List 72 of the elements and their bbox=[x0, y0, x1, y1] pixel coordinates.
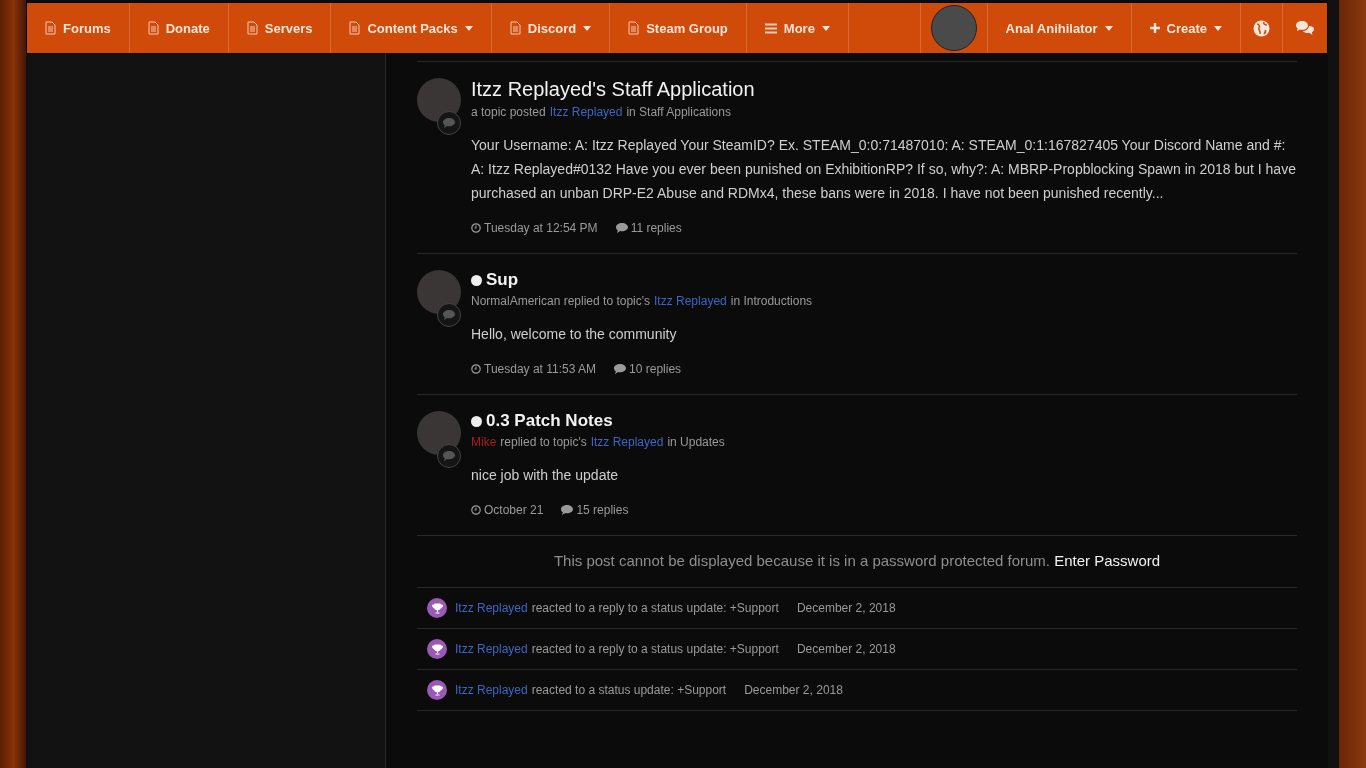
clock-icon bbox=[471, 364, 481, 374]
plus-icon bbox=[1149, 23, 1160, 33]
user-link[interactable]: Itzz Replayed bbox=[455, 642, 528, 656]
create-menu[interactable]: Create bbox=[1131, 3, 1241, 53]
reply-count: 10 replies bbox=[629, 362, 682, 376]
meta-text: replied to topic's bbox=[500, 435, 587, 449]
menu-icon bbox=[764, 22, 777, 34]
reaction-text: reacted to a status update: +Support bbox=[531, 683, 727, 697]
nav-link[interactable]: Servers bbox=[228, 3, 332, 53]
page-icon bbox=[349, 21, 361, 35]
user-link[interactable]: Itzz Replayed bbox=[455, 601, 528, 615]
page-icon bbox=[246, 21, 258, 35]
user-link[interactable]: Itzz Replayed bbox=[455, 683, 528, 697]
nav-link[interactable]: Steam Group bbox=[610, 3, 747, 53]
trophy-icon bbox=[427, 639, 447, 659]
reaction-date: December 2, 2018 bbox=[744, 683, 843, 697]
caret-icon bbox=[1104, 25, 1113, 31]
reaction-text: reacted to a reply to a status update: +Support bbox=[531, 642, 779, 656]
comment-icon bbox=[615, 223, 628, 233]
reaction-date: December 2, 2018 bbox=[796, 642, 896, 656]
trophy-icon bbox=[427, 598, 447, 618]
reply-count: 11 replies bbox=[630, 221, 682, 235]
clock-icon bbox=[471, 505, 481, 515]
user-link[interactable]: Itzz Replayed bbox=[590, 435, 664, 449]
meta-text: in Introductions bbox=[730, 294, 813, 308]
nav-link[interactable]: Content Packs bbox=[331, 3, 492, 53]
caret-icon bbox=[1214, 25, 1222, 31]
meta-text: NormalAmerican replied to topic's bbox=[471, 294, 651, 308]
reply-count: 15 replies bbox=[576, 503, 629, 517]
user-link[interactable]: Itzz Replayed bbox=[549, 105, 623, 119]
comment-icon bbox=[614, 364, 627, 374]
post-time: October 21 bbox=[484, 503, 544, 517]
protected-notice: This post cannot be displayed because it is in a password protected forum. Enter Password bbox=[417, 535, 1297, 587]
post-time: Tuesday at 12:54 PM bbox=[484, 221, 598, 235]
user-link[interactable]: Mike bbox=[471, 435, 497, 449]
activity-title[interactable]: Sup bbox=[471, 270, 1297, 290]
page-icon bbox=[45, 21, 56, 35]
activity-title[interactable]: Itzz Replayed's Staff Application bbox=[471, 78, 1297, 101]
avatar bbox=[417, 270, 461, 314]
globe-icon bbox=[1253, 19, 1270, 37]
meta-text: in Updates bbox=[667, 435, 725, 449]
page-icon bbox=[628, 21, 640, 35]
nav-link[interactable]: Forums bbox=[27, 3, 130, 53]
comment-icon bbox=[443, 310, 455, 320]
post-time: Tuesday at 11:53 AM bbox=[484, 362, 597, 376]
meta-text: a topic posted bbox=[471, 105, 546, 119]
comment-icon bbox=[443, 118, 455, 128]
meta-text: in Staff Applications bbox=[626, 105, 731, 119]
unread-dot bbox=[471, 415, 482, 427]
comment-icon bbox=[561, 505, 574, 515]
trophy-icon bbox=[427, 680, 447, 700]
avatar bbox=[417, 411, 461, 455]
unread-dot bbox=[471, 274, 482, 286]
chat-bubbles-icon bbox=[1295, 19, 1315, 37]
user-avatar bbox=[930, 5, 977, 51]
activity-title[interactable]: 0.3 Patch Notes bbox=[471, 411, 1297, 431]
post-excerpt: Your Username: A: Itzz Replayed Your SteamID? Ex. STEAM_0:0:71487010: A: STEAM_0:1:167827405 Your Discord Name and #: A: Itzz Replayed#0132 Have you ever been punished on ExhibitionRP? If so, why?: A: MBRP-Propblocking Spawn in 2018 but I have purchased an unban DRP-E2 Abuse and RDMx4, these bans were in 2018. I have not been punished recently... bbox=[471, 136, 1297, 203]
nav-link[interactable]: Discord bbox=[491, 3, 611, 53]
post-excerpt: nice job with the update bbox=[471, 466, 620, 485]
enter-password-link[interactable]: Enter Password bbox=[1054, 552, 1161, 569]
reaction-text: reacted to a reply to a status update: +Support bbox=[531, 601, 779, 615]
comment-icon bbox=[443, 451, 455, 461]
page-icon bbox=[147, 21, 159, 35]
post-excerpt: Hello, welcome to the community bbox=[471, 325, 678, 344]
nav-link[interactable]: Donate bbox=[129, 3, 229, 53]
avatar bbox=[417, 78, 461, 122]
user-menu[interactable]: Anal Anihilator bbox=[986, 3, 1132, 53]
user-link[interactable]: Itzz Replayed bbox=[654, 294, 727, 308]
nav-link[interactable]: More bbox=[746, 3, 849, 53]
page-icon bbox=[509, 21, 521, 35]
clock-icon bbox=[471, 223, 481, 233]
reaction-date: December 2, 2018 bbox=[796, 601, 896, 615]
